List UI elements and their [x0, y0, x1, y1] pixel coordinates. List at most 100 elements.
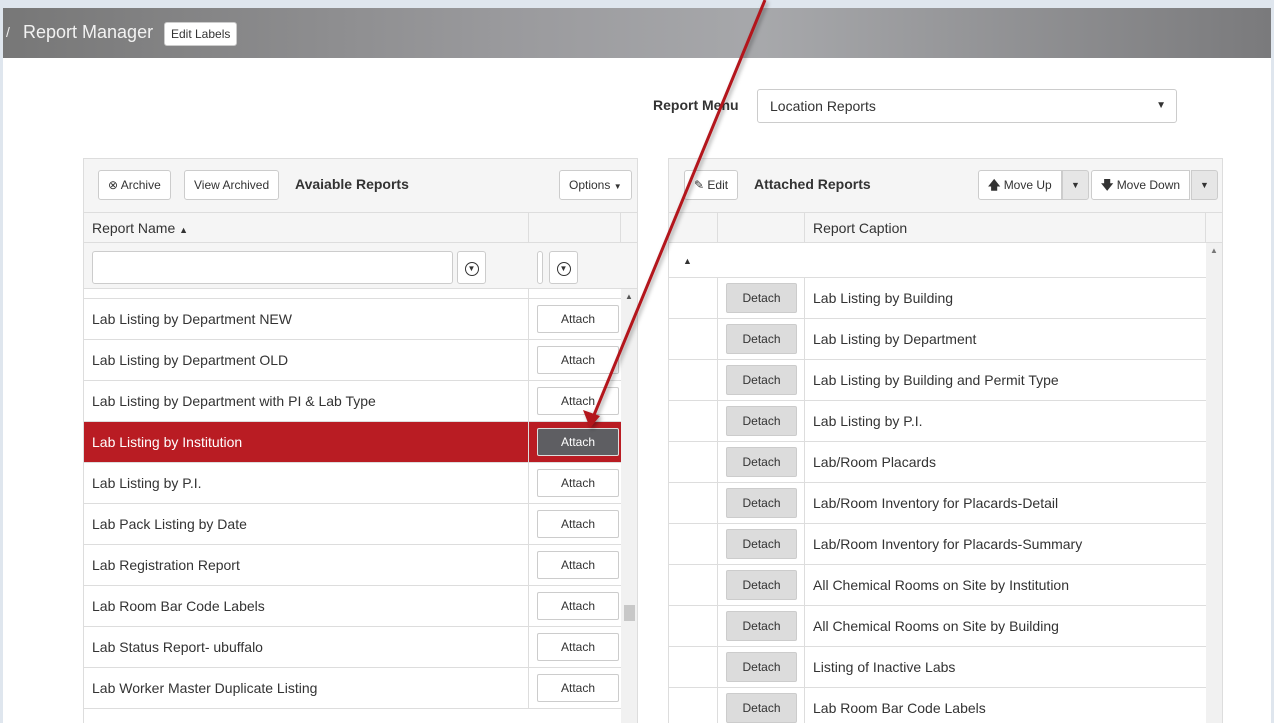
attach-button[interactable]: Attach [537, 469, 619, 497]
detach-button[interactable]: Detach [726, 652, 797, 682]
options-button[interactable]: Options ▼ [559, 170, 632, 200]
report-menu-value: Location Reports [770, 98, 876, 114]
table-row[interactable]: Lab Registration Report Attach [84, 545, 621, 586]
report-name: Lab Room Bar Code Labels [92, 598, 265, 614]
table-row[interactable]: Lab Status Report- ubuffalo Attach [84, 627, 621, 668]
report-caption: Lab/Room Placards [813, 454, 936, 470]
row-separator [528, 299, 529, 340]
caret-down-icon: ▼ [1071, 180, 1080, 190]
detach-button[interactable]: Detach [726, 693, 797, 723]
view-archived-button[interactable]: View Archived [184, 170, 280, 200]
table-row[interactable]: Detach All Chemical Rooms on Site by Buil… [669, 606, 1206, 647]
attach-button[interactable]: Attach [537, 346, 619, 374]
table-row[interactable]: Detach Lab Listing by Department [669, 319, 1206, 360]
table-row[interactable]: Lab Listing by P.I. Attach [84, 463, 621, 504]
report-caption: Lab/Room Inventory for Placards-Summary [813, 536, 1083, 552]
row-separator [528, 289, 529, 299]
row-separator [804, 606, 805, 647]
row-separator [804, 647, 805, 688]
move-down-button[interactable]: 🡇 Move Down [1091, 170, 1191, 200]
attach-button[interactable]: Attach [537, 633, 619, 661]
move-up-dropdown-button[interactable]: ▼ [1062, 170, 1089, 200]
table-row[interactable]: Detach Lab Room Bar Code Labels [669, 688, 1206, 723]
move-up-label: Move Up [1003, 178, 1052, 192]
attach-button[interactable]: Attach [537, 428, 619, 456]
table-row[interactable]: Lab Pack Listing by Date Attach [84, 504, 621, 545]
table-row[interactable]: Lab Room Bar Code Labels Attach [84, 586, 621, 627]
table-row[interactable]: Detach Lab/Room Inventory for Placards-Su… [669, 524, 1206, 565]
group-row[interactable]: ▲ [669, 243, 1206, 278]
scroll-up-icon[interactable]: ▲ [1210, 246, 1218, 255]
report-caption: All Chemical Rooms on Site by Institutio… [813, 577, 1069, 593]
move-up-button[interactable]: 🡅 Move Up [978, 170, 1062, 200]
table-row[interactable]: Detach Listing of Inactive Labs [669, 647, 1206, 688]
attached-reports-scrollbar[interactable]: ▲ [1206, 243, 1222, 723]
filter-icon: ▼ [464, 261, 479, 276]
row-separator [804, 524, 805, 565]
table-row[interactable]: Detach All Chemical Rooms on Site by Inst… [669, 565, 1206, 606]
page-header: / Report Manager Edit Labels [3, 8, 1271, 58]
filter-icon: ▼ [556, 261, 571, 276]
table-row[interactable]: Detach Lab/Room Inventory for Placards-De… [669, 483, 1206, 524]
detach-button[interactable]: Detach [726, 406, 797, 436]
attach-button[interactable]: Attach [537, 551, 619, 579]
scrollbar-thumb[interactable] [624, 605, 635, 621]
edit-button[interactable]: ✎ Edit [684, 170, 739, 200]
attach-button[interactable]: Attach [537, 387, 619, 415]
report-name: Lab Pack Listing by Date [92, 516, 247, 532]
handle-column-header [669, 213, 718, 243]
table-row[interactable]: Detach Lab Listing by P.I. [669, 401, 1206, 442]
attach-button[interactable]: Attach [537, 674, 619, 702]
row-separator [717, 401, 718, 442]
detach-button[interactable]: Detach [726, 324, 797, 354]
detach-button[interactable]: Detach [726, 283, 797, 313]
detach-button[interactable]: Detach [726, 447, 797, 477]
detach-button[interactable]: Detach [726, 570, 797, 600]
report-name-filter-input[interactable] [92, 251, 453, 284]
row-separator [528, 463, 529, 504]
report-name: Lab Listing by Department OLD [92, 352, 289, 368]
table-row[interactable]: Lab Listing by Institution Attach [84, 422, 621, 463]
caret-down-icon: ▼ [1200, 180, 1209, 190]
table-row-partial [84, 289, 621, 299]
detach-button[interactable]: Detach [726, 488, 797, 518]
edit-labels-button[interactable]: Edit Labels [164, 22, 238, 46]
options-label: Options [569, 178, 611, 192]
collapse-triangle-icon[interactable]: ▲ [683, 256, 692, 266]
name-filter-button[interactable]: ▼ [457, 251, 486, 284]
row-separator [717, 565, 718, 606]
report-name-column-header[interactable]: Report Name ▲ [84, 213, 529, 243]
attach-button[interactable]: Attach [537, 592, 619, 620]
table-row[interactable]: Lab Worker Master Duplicate Listing Attac… [84, 668, 621, 709]
report-menu-select[interactable]: Location Reports ▼ [757, 89, 1177, 123]
archive-label: Archive [120, 178, 161, 192]
attached-reports-header: Report Caption [669, 213, 1222, 243]
move-down-label: Move Down [1116, 178, 1181, 192]
attached-reports-title: Attached Reports [754, 176, 871, 192]
row-separator [528, 668, 529, 709]
report-caption-column-header[interactable]: Report Caption [805, 213, 1206, 243]
row-separator [804, 442, 805, 483]
table-row[interactable]: Detach Lab Listing by Building [669, 278, 1206, 319]
attach-button[interactable]: Attach [537, 305, 619, 333]
action-filter-input[interactable] [537, 251, 543, 284]
row-separator [717, 442, 718, 483]
table-row[interactable]: Lab Listing by Department with PI & Lab … [84, 381, 621, 422]
detach-button[interactable]: Detach [726, 611, 797, 641]
table-row[interactable]: Detach Lab Listing by Building and Permit… [669, 360, 1206, 401]
available-reports-header: Report Name ▲ [84, 213, 637, 243]
scroll-up-icon[interactable]: ▲ [625, 292, 633, 301]
table-row[interactable]: Detach Lab/Room Placards [669, 442, 1206, 483]
table-row[interactable]: Lab Listing by Department OLD Attach [84, 340, 621, 381]
row-separator [717, 524, 718, 565]
report-menu-label: Report Menu [653, 97, 739, 113]
action-filter-button[interactable]: ▼ [549, 251, 578, 284]
attach-button[interactable]: Attach [537, 510, 619, 538]
detach-button[interactable]: Detach [726, 529, 797, 559]
action-column-header [529, 213, 621, 243]
table-row[interactable]: Lab Listing by Department NEW Attach [84, 299, 621, 340]
move-down-dropdown-button[interactable]: ▼ [1191, 170, 1218, 200]
detach-button[interactable]: Detach [726, 365, 797, 395]
archive-button[interactable]: ⊗ Archive [98, 170, 171, 200]
available-reports-scrollbar[interactable]: ▲ [621, 289, 637, 723]
